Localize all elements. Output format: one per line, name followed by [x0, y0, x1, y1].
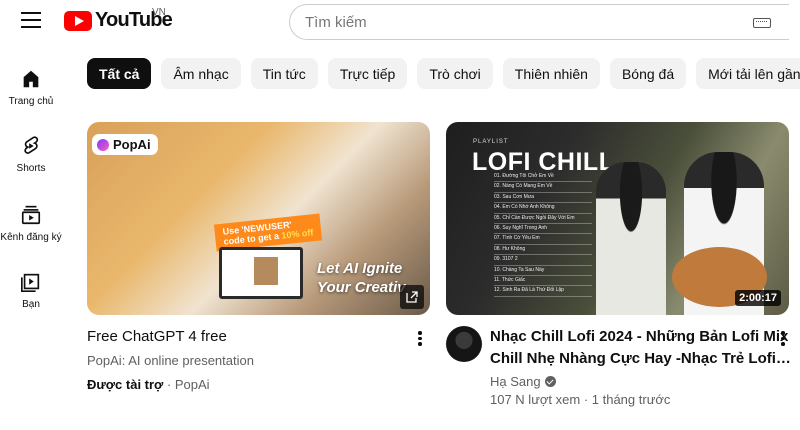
- playlist-tag: PLAYLIST: [473, 139, 509, 145]
- track-item: 09. 3107 2: [494, 255, 592, 266]
- chip-nature[interactable]: Thiên nhiên: [502, 58, 600, 89]
- thumbnail-headline: Let AI Ignite Your Creativ: [317, 260, 406, 298]
- chip-live[interactable]: Trực tiếp: [327, 58, 408, 89]
- sidebar-item-label: Bạn: [22, 299, 40, 310]
- girl-figure: [596, 162, 666, 315]
- more-options-icon[interactable]: [417, 331, 423, 347]
- track-item: 02. Nàng Có Mang Em Về: [494, 182, 592, 193]
- sidebar-item-label: Trang chủ: [8, 96, 54, 107]
- ad-channel-name[interactable]: PopAi: AI online presentation: [87, 353, 254, 368]
- promo-banner: Use 'NEWUSER' code to get a 10% off: [213, 213, 323, 252]
- video-thumbnail[interactable]: PLAYLIST LOFI CHILL 01. Đường Tôi Chở Em…: [446, 122, 789, 315]
- more-options-icon[interactable]: [780, 331, 786, 347]
- badge-text: PopAi: [113, 137, 151, 152]
- search-input[interactable]: [305, 13, 745, 31]
- track-item: 05. Chỉ Cần Được Ngồi Đây Với Em: [494, 214, 592, 225]
- sidebar-item-shorts[interactable]: Shorts: [0, 135, 62, 174]
- video-title-line: Chill Nhẹ Nhàng Cực Hay -Nhạc Trẻ Lofi…: [490, 350, 791, 367]
- track-item: 12. Sinh Ra Đã Là Thứ Đối Lập: [494, 286, 592, 297]
- avatar[interactable]: [446, 326, 482, 362]
- region-code: VN: [152, 7, 166, 18]
- laptop-illustration: [219, 247, 303, 299]
- popai-badge: PopAi: [92, 134, 158, 155]
- sponsor-name: PopAi: [174, 377, 210, 392]
- sidebar-item-label: Kênh đăng ký: [0, 232, 62, 243]
- track-item: 10. Chàng Ta Sau Này: [494, 266, 592, 277]
- you-icon: [21, 273, 40, 292]
- headline-line: Let AI Ignite: [317, 260, 403, 277]
- track-item: 11. Thức Giấc: [494, 276, 592, 287]
- headline-line: Your Creativ: [317, 278, 406, 296]
- popai-logo-icon: [97, 138, 109, 151]
- upload-age: 1 tháng trước: [591, 392, 671, 407]
- view-count: 107 N lượt xem: [490, 392, 581, 407]
- keyboard-icon[interactable]: [753, 18, 771, 28]
- sidebar-item-home[interactable]: Trang chủ: [0, 68, 62, 107]
- track-item: 08. Hư Không: [494, 245, 592, 256]
- video-title-line: Nhạc Chill Lofi 2024 - Những Bản Lofi Mi…: [490, 328, 789, 345]
- external-link-button[interactable]: [400, 285, 424, 309]
- track-item: 01. Đường Tôi Chở Em Về: [494, 172, 592, 183]
- search-box[interactable]: [289, 4, 789, 40]
- sidebar-item-label: Shorts: [16, 163, 46, 174]
- chip-games[interactable]: Trò chơi: [417, 58, 493, 89]
- track-item: 06. Suy Nghĩ Trong Anh: [494, 224, 592, 235]
- sidebar-item-subscriptions[interactable]: Kênh đăng ký: [0, 204, 62, 243]
- track-item: 03. Sau Cơn Mưa: [494, 193, 592, 204]
- chip-all[interactable]: Tất cả: [87, 58, 152, 89]
- sponsored-line: Được tài trợ · PopAi: [87, 377, 210, 392]
- sponsored-label: Được tài trợ: [87, 377, 164, 392]
- chip-football[interactable]: Bóng đá: [609, 58, 687, 89]
- channel-line: Hạ Sang: [490, 374, 556, 389]
- subscriptions-icon: [21, 205, 41, 225]
- chip-news[interactable]: Tin tức: [250, 58, 318, 89]
- youtube-play-icon: [64, 10, 92, 31]
- channel-name[interactable]: Hạ Sang: [490, 374, 541, 389]
- home-icon: [23, 70, 39, 88]
- video-duration: 2:00:17: [735, 290, 781, 306]
- verified-icon: [544, 376, 556, 387]
- chip-music[interactable]: Âm nhạc: [161, 58, 241, 89]
- shorts-icon: [24, 136, 39, 154]
- sidebar-item-you[interactable]: Bạn: [0, 271, 62, 310]
- tracklist: 01. Đường Tôi Chở Em Về 02. Nàng Có Mang…: [494, 172, 592, 297]
- track-item: 04. Em Có Nhớ Anh Không: [494, 203, 592, 214]
- menu-icon[interactable]: [21, 12, 41, 30]
- video-meta: 107 N lượt xem · 1 tháng trước: [490, 392, 671, 407]
- chip-recently-uploaded[interactable]: Mới tải lên gần đây: [696, 58, 800, 89]
- track-item: 07. Tình Cờ Yêu Em: [494, 234, 592, 245]
- promo-discount: 10% off: [280, 227, 314, 241]
- video-thumbnail[interactable]: PopAi Use 'NEWUSER' code to get a 10% of…: [87, 122, 430, 315]
- video-title[interactable]: Nhạc Chill Lofi 2024 - Những Bản Lofi Mi…: [490, 326, 791, 370]
- video-title[interactable]: Free ChatGPT 4 free: [87, 326, 227, 348]
- filter-chips: Tất cả Âm nhạc Tin tức Trực tiếp Trò chơ…: [87, 58, 800, 89]
- external-link-icon: [406, 291, 418, 303]
